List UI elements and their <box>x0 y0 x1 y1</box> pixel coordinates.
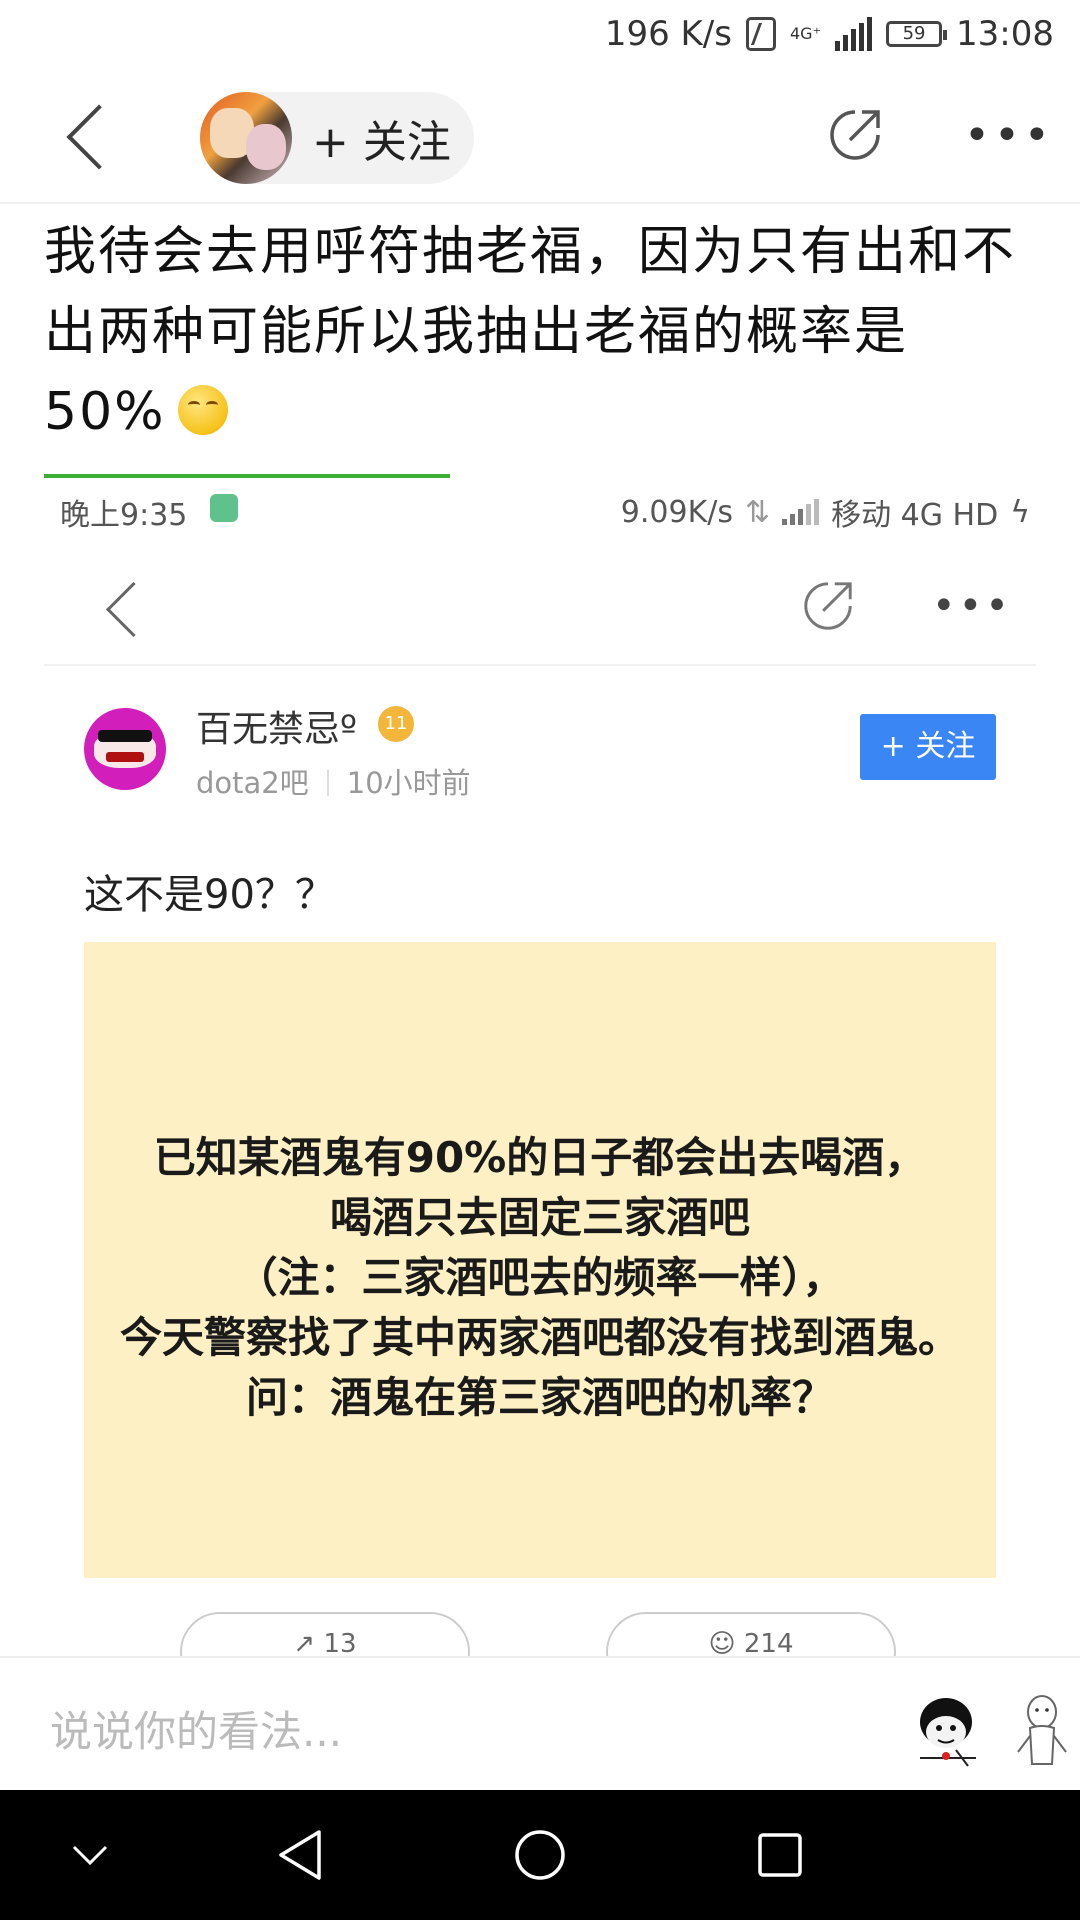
smile-emoji-icon <box>177 385 228 435</box>
network-type: 4G⁺ <box>789 24 822 43</box>
battery-level: 59 <box>902 23 926 44</box>
status-right: 196 K/s 4G⁺ 59 13:08 <box>605 14 1054 54</box>
nav-home-button[interactable] <box>440 1790 640 1920</box>
status-bar: 196 K/s 4G⁺ 59 13:08 <box>0 0 1080 76</box>
comment-input[interactable]: 说说你的看法... <box>50 1698 342 1759</box>
charging-icon: ϟ <box>1010 494 1030 530</box>
system-nav-bar <box>0 1790 1080 1920</box>
forum-name[interactable]: dota2吧 <box>196 766 309 800</box>
embedded-more-icon[interactable]: ••• <box>932 586 1012 626</box>
post-time: 10小时前 <box>346 766 471 800</box>
question-line: 喝酒只去固定三家酒吧 <box>329 1193 750 1242</box>
net-speed: 196 K/s <box>604 14 732 54</box>
reply-count: 214 <box>743 1629 794 1659</box>
follow-button[interactable]: + 关注 <box>312 106 451 170</box>
sticker-meme-icon[interactable] <box>906 1688 992 1774</box>
sticker-doodle-icon[interactable] <box>1006 1688 1080 1774</box>
shield-icon <box>210 494 238 522</box>
embedded-status-bar: 晚上9:35 9.09K/s ⇅ 移动 4G HD ϟ <box>60 490 1030 536</box>
comment-bar: 说说你的看法... <box>0 1656 1080 1792</box>
embedded-speed: 9.09K/s <box>620 494 733 530</box>
poster-follow-button[interactable]: + 关注 <box>860 714 996 780</box>
poster-name[interactable]: 百无禁忌º <box>196 700 357 752</box>
embedded-signal-icon <box>782 499 820 525</box>
question-line: （注：三家酒吧去的频率一样）， <box>235 1253 845 1302</box>
nav-recents-button[interactable] <box>680 1790 880 1920</box>
avatar[interactable] <box>200 92 292 184</box>
question-image[interactable]: 已知某酒鬼有90%的日子都会出去喝酒， 喝酒只去固定三家酒吧 （注：三家酒吧去的… <box>84 942 996 1578</box>
top-nav: + 关注 ••• <box>0 76 1080 204</box>
data-arrows-icon: ⇅ <box>744 494 771 530</box>
embedded-status-right: 9.09K/s ⇅ 移动 4G HD ϟ <box>621 490 1030 534</box>
square-recents-icon <box>758 1833 802 1877</box>
triangle-back-icon <box>279 1830 321 1880</box>
poster-avatar[interactable] <box>84 708 166 790</box>
embedded-carrier: 移动 4G HD <box>831 498 999 533</box>
poster-meta: dota2吧 10小时前 <box>196 760 471 802</box>
embedded-nav: ••• <box>44 560 1036 666</box>
embedded-time: 晚上9:35 <box>60 498 188 533</box>
collapse-nav-button[interactable] <box>0 1790 190 1920</box>
embedded-share-icon[interactable] <box>800 578 856 634</box>
nav-back-button[interactable] <box>200 1790 400 1920</box>
battery-icon: 59 <box>886 21 948 47</box>
question-line: 问：酒鬼在第三家酒吧的机率？ <box>245 1373 834 1422</box>
chevron-down-icon <box>72 1845 108 1866</box>
clock: 13:08 <box>956 14 1054 54</box>
share-count: 13 <box>323 1629 357 1659</box>
signal-icon <box>835 17 873 51</box>
more-icon[interactable]: ••• <box>964 114 1054 158</box>
question-line: 今天警察找了其中两家酒吧都没有找到酒鬼。 <box>119 1313 960 1362</box>
post-title: 我待会去用呼符抽老福，因为只有出和不出两种可能所以我抽出老福的概率是50% <box>44 212 1024 452</box>
back-icon[interactable] <box>66 104 132 170</box>
reply-count-icon: ☺ <box>708 1629 736 1659</box>
load-progress-bar <box>44 474 450 478</box>
post-body-text: 这不是90？？ <box>84 872 335 918</box>
circle-home-icon <box>515 1830 565 1880</box>
question-text: 已知某酒鬼有90%的日子都会出去喝酒， 喝酒只去固定三家酒吧 （注：三家酒吧去的… <box>84 1128 996 1428</box>
share-icon[interactable] <box>826 106 884 164</box>
nfc-icon <box>745 17 776 51</box>
share-count-icon: ↗ <box>293 1629 316 1659</box>
level-badge: 11 <box>378 706 414 742</box>
embedded-back-icon[interactable] <box>105 581 162 638</box>
question-line: 已知某酒鬼有90%的日子都会出去喝酒， <box>153 1133 927 1182</box>
